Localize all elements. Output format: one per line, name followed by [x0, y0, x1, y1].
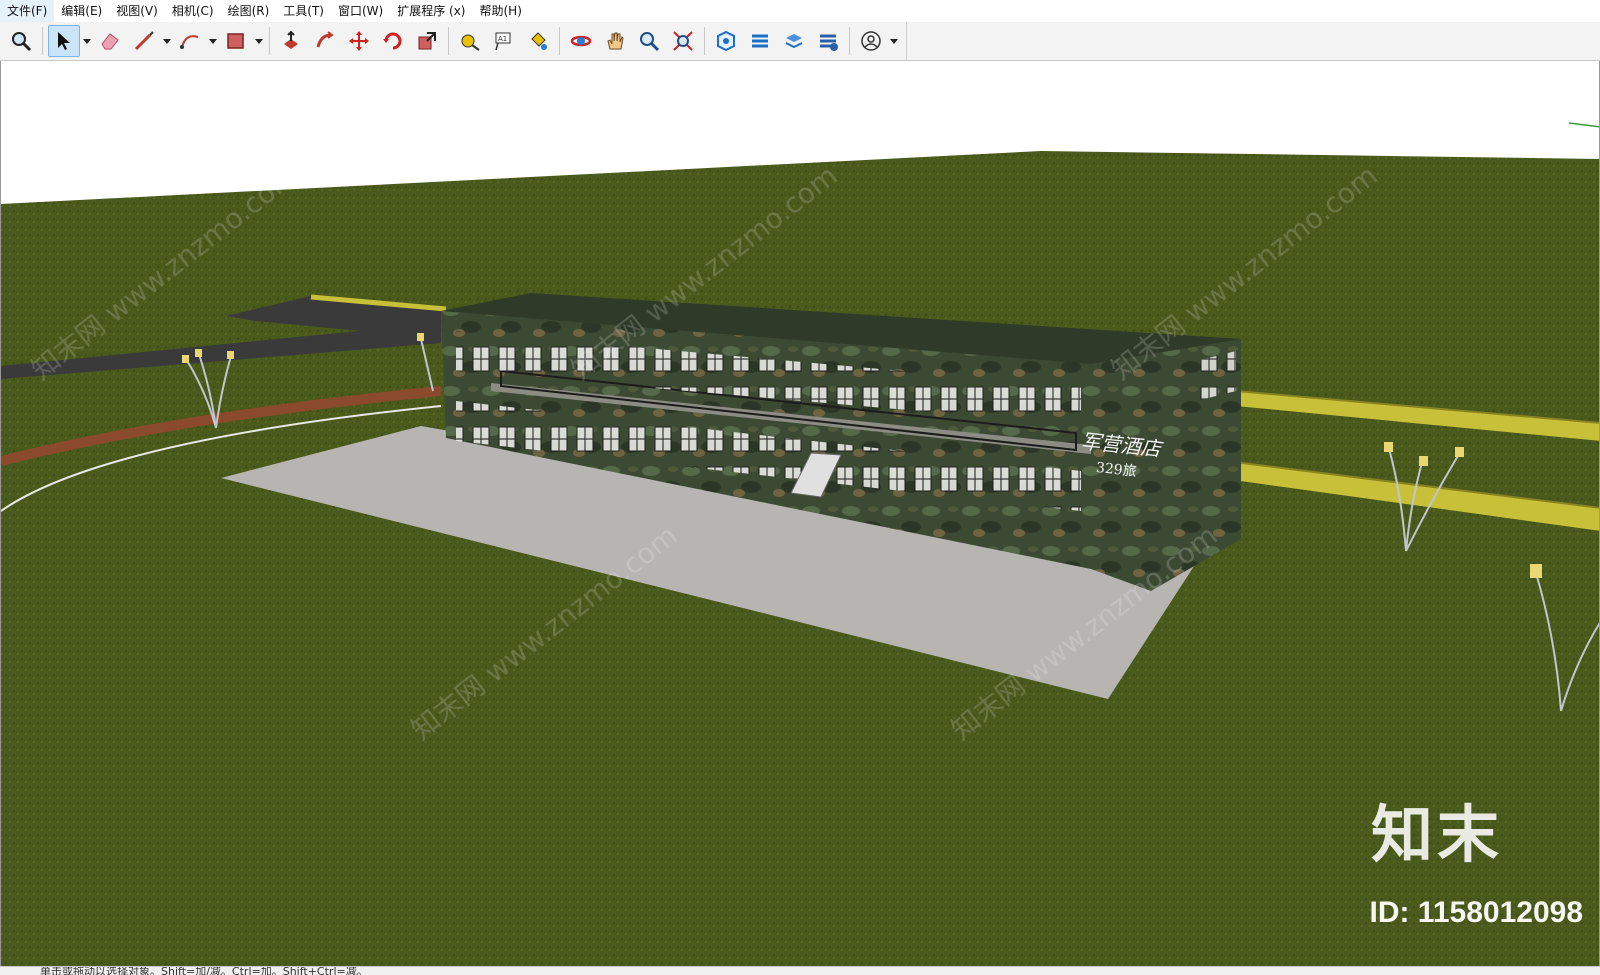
- 3d-warehouse-icon: [717, 30, 735, 52]
- scale-icon: [418, 32, 436, 50]
- follow-me-tool-button[interactable]: [309, 25, 341, 57]
- toolbar-tools: A1: [4, 22, 907, 60]
- rectangle-shape-tool-button[interactable]: [220, 25, 252, 57]
- rotate-icon: [383, 32, 402, 50]
- menu-item[interactable]: 文件(F): [0, 0, 55, 22]
- layout-tool-button[interactable]: [778, 25, 810, 57]
- eraser-tool-button[interactable]: [94, 25, 126, 57]
- menu-bar: 文件(F) 编辑(E) 视图(V) 相机(C) 绘图(R) 工具(T) 窗口(W) 扩展程序 …: [0, 0, 1600, 22]
- orbit-icon: [570, 35, 592, 47]
- zoom-extents-tool-button[interactable]: [667, 25, 699, 57]
- follow-me-icon: [316, 31, 334, 48]
- svg-text:A1: A1: [498, 35, 507, 43]
- push-pull-icon: [284, 30, 298, 49]
- push-pull-tool-button[interactable]: [275, 25, 307, 57]
- menu-item[interactable]: 编辑(E): [54, 0, 109, 22]
- account-tool-button[interactable]: [855, 25, 887, 57]
- toolbar-separator: [448, 27, 449, 55]
- toolbar-separator: [559, 27, 560, 55]
- account-icon: [861, 31, 881, 51]
- chevron-down-icon[interactable]: [207, 26, 219, 56]
- orbit-tool-button[interactable]: [565, 25, 597, 57]
- pan-hand-tool-button[interactable]: [599, 25, 631, 57]
- zoom-icon: [12, 32, 32, 52]
- layout-icon: [785, 34, 803, 49]
- 3d-scene[interactable]: 知末网 www.znzmo.com 知末网 www.znzmo.com 知末网 …: [1, 61, 1600, 966]
- zoom-magnifier-icon: [640, 32, 660, 52]
- extension-manager-icon: [820, 34, 838, 51]
- select-arrow-icon: [58, 32, 70, 50]
- arc-tool-button[interactable]: [174, 25, 206, 57]
- rotate-tool-button[interactable]: [377, 25, 409, 57]
- chevron-down-icon[interactable]: [81, 26, 93, 56]
- watermark-id: ID: 1158012098: [1369, 896, 1583, 929]
- toolbar-separator: [269, 27, 270, 55]
- 3d-warehouse-tool-button[interactable]: [710, 25, 742, 57]
- move-tool-button[interactable]: [343, 25, 375, 57]
- zoom-extents-icon: [673, 31, 693, 51]
- text-icon: A1: [495, 32, 511, 51]
- paint-bucket-icon: [531, 32, 547, 50]
- extension-warehouse-icon: [752, 34, 768, 48]
- tape-measure-tool-button[interactable]: [454, 25, 486, 57]
- building-sign-number: 329旅: [1095, 459, 1138, 481]
- move-icon: [349, 31, 369, 51]
- rectangle-shape-icon: [227, 33, 244, 49]
- eraser-icon: [101, 33, 119, 50]
- menu-item[interactable]: 窗口(W): [331, 0, 390, 22]
- zoom-magnifier-tool-button[interactable]: [633, 25, 665, 57]
- chevron-down-icon[interactable]: [253, 26, 265, 56]
- menu-item[interactable]: 视图(V): [109, 0, 165, 22]
- extension-warehouse-tool-button[interactable]: [744, 25, 776, 57]
- scale-tool-button[interactable]: [411, 25, 443, 57]
- toolbar-separator: [849, 27, 850, 55]
- menu-item[interactable]: 相机(C): [165, 0, 221, 22]
- pencil-line-tool-button[interactable]: [128, 25, 160, 57]
- extension-manager-tool-button[interactable]: [812, 25, 844, 57]
- tape-measure-icon: [461, 34, 480, 51]
- chevron-down-icon[interactable]: [888, 26, 900, 56]
- paint-bucket-tool-button[interactable]: [522, 25, 554, 57]
- pencil-line-icon: [134, 31, 154, 51]
- menu-item[interactable]: 工具(T): [276, 0, 331, 22]
- chevron-down-icon[interactable]: [161, 26, 173, 56]
- menu-item[interactable]: 帮助(H): [472, 0, 528, 22]
- watermark-logo: 知末: [1370, 798, 1503, 871]
- menu-item[interactable]: 绘图(R): [221, 0, 277, 22]
- toolbar-separator: [42, 27, 43, 55]
- model-viewport[interactable]: 知末网 www.znzmo.com 知末网 www.znzmo.com 知末网 …: [0, 61, 1600, 966]
- pan-hand-icon: [607, 32, 624, 50]
- toolbar-separator: [704, 27, 705, 55]
- zoom-tool-button[interactable]: [5, 25, 37, 57]
- select-arrow-tool-button[interactable]: [48, 25, 80, 57]
- text-tool-button[interactable]: A1: [488, 25, 520, 57]
- menu-item[interactable]: 扩展程序 (x): [390, 0, 472, 22]
- main-toolbar: A1: [0, 22, 1600, 61]
- arc-icon: [180, 35, 199, 49]
